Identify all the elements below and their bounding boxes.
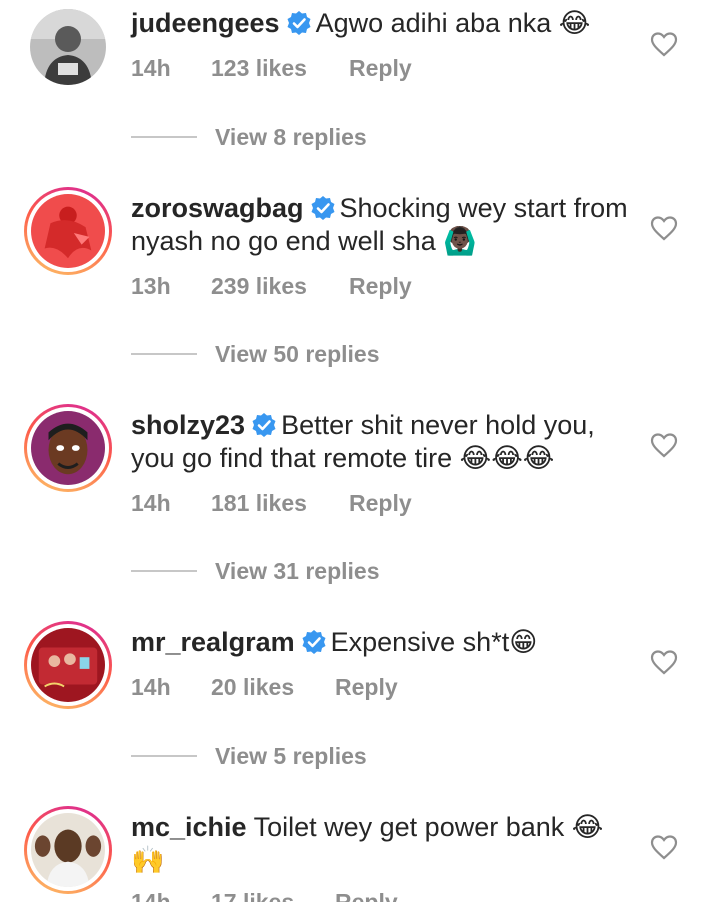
view-replies-button[interactable]: View 50 replies — [131, 339, 380, 369]
like-heart-icon[interactable] — [650, 432, 678, 458]
like-heart-icon[interactable] — [650, 31, 678, 57]
likes-count[interactable]: 20 likes — [211, 674, 335, 701]
comment-username[interactable]: zoroswagbag — [131, 193, 304, 223]
view-replies-label: View 5 replies — [215, 742, 367, 769]
view-replies-label: View 8 replies — [215, 123, 367, 150]
avatar[interactable] — [24, 404, 112, 492]
likes-count[interactable]: 239 likes — [211, 273, 349, 300]
likes-count[interactable]: 17 likes — [211, 889, 335, 902]
avatar[interactable] — [24, 187, 112, 275]
red-card-avatar-icon — [31, 628, 105, 702]
verified-badge-icon — [301, 629, 327, 655]
cartoon-face-avatar-icon — [31, 411, 105, 485]
view-replies-label: View 50 replies — [215, 340, 380, 367]
comment-timestamp: 14h — [131, 889, 171, 902]
comment-username[interactable]: sholzy23 — [131, 410, 245, 440]
view-replies-button[interactable]: View 31 replies — [131, 556, 380, 586]
reply-button[interactable]: Reply — [349, 55, 412, 82]
reply-button[interactable]: Reply — [349, 490, 412, 517]
view-replies-label: View 31 replies — [215, 557, 380, 584]
like-heart-icon[interactable] — [650, 834, 678, 860]
comment-text: Expensive sh*t😁 — [330, 627, 538, 657]
red-figure-avatar-icon — [31, 194, 105, 268]
likes-count[interactable]: 181 likes — [211, 490, 349, 517]
verified-badge-icon — [286, 10, 312, 36]
divider-line — [131, 136, 197, 138]
like-heart-icon[interactable] — [650, 649, 678, 675]
divider-line — [131, 353, 197, 355]
like-heart-icon[interactable] — [650, 215, 678, 241]
divider-line — [131, 755, 197, 757]
comment-username[interactable]: mr_realgram — [131, 627, 295, 657]
comment-timestamp: 13h — [131, 273, 171, 299]
person-avatar-gray-icon — [30, 9, 106, 85]
view-replies-button[interactable]: View 5 replies — [131, 741, 367, 771]
verified-badge-icon — [251, 412, 277, 438]
reply-button[interactable]: Reply — [335, 889, 398, 902]
comment-timestamp: 14h — [131, 490, 171, 516]
comment-timestamp: 14h — [131, 55, 171, 81]
comment-username[interactable]: judeengees — [131, 8, 280, 38]
divider-line — [131, 570, 197, 572]
view-replies-button[interactable]: View 8 replies — [131, 122, 367, 152]
comment-timestamp: 14h — [131, 674, 171, 700]
comment-text: Agwo adihi aba nka 😂 — [315, 8, 591, 38]
reply-button[interactable]: Reply — [349, 273, 412, 300]
avatar[interactable] — [30, 9, 106, 85]
avatar[interactable] — [24, 621, 112, 709]
comment-username[interactable]: mc_ichie — [131, 812, 247, 842]
verified-badge-icon — [310, 195, 336, 221]
reply-button[interactable]: Reply — [335, 674, 398, 701]
avatar[interactable] — [24, 806, 112, 894]
likes-count[interactable]: 123 likes — [211, 55, 349, 82]
man-hands-avatar-icon — [31, 813, 105, 887]
